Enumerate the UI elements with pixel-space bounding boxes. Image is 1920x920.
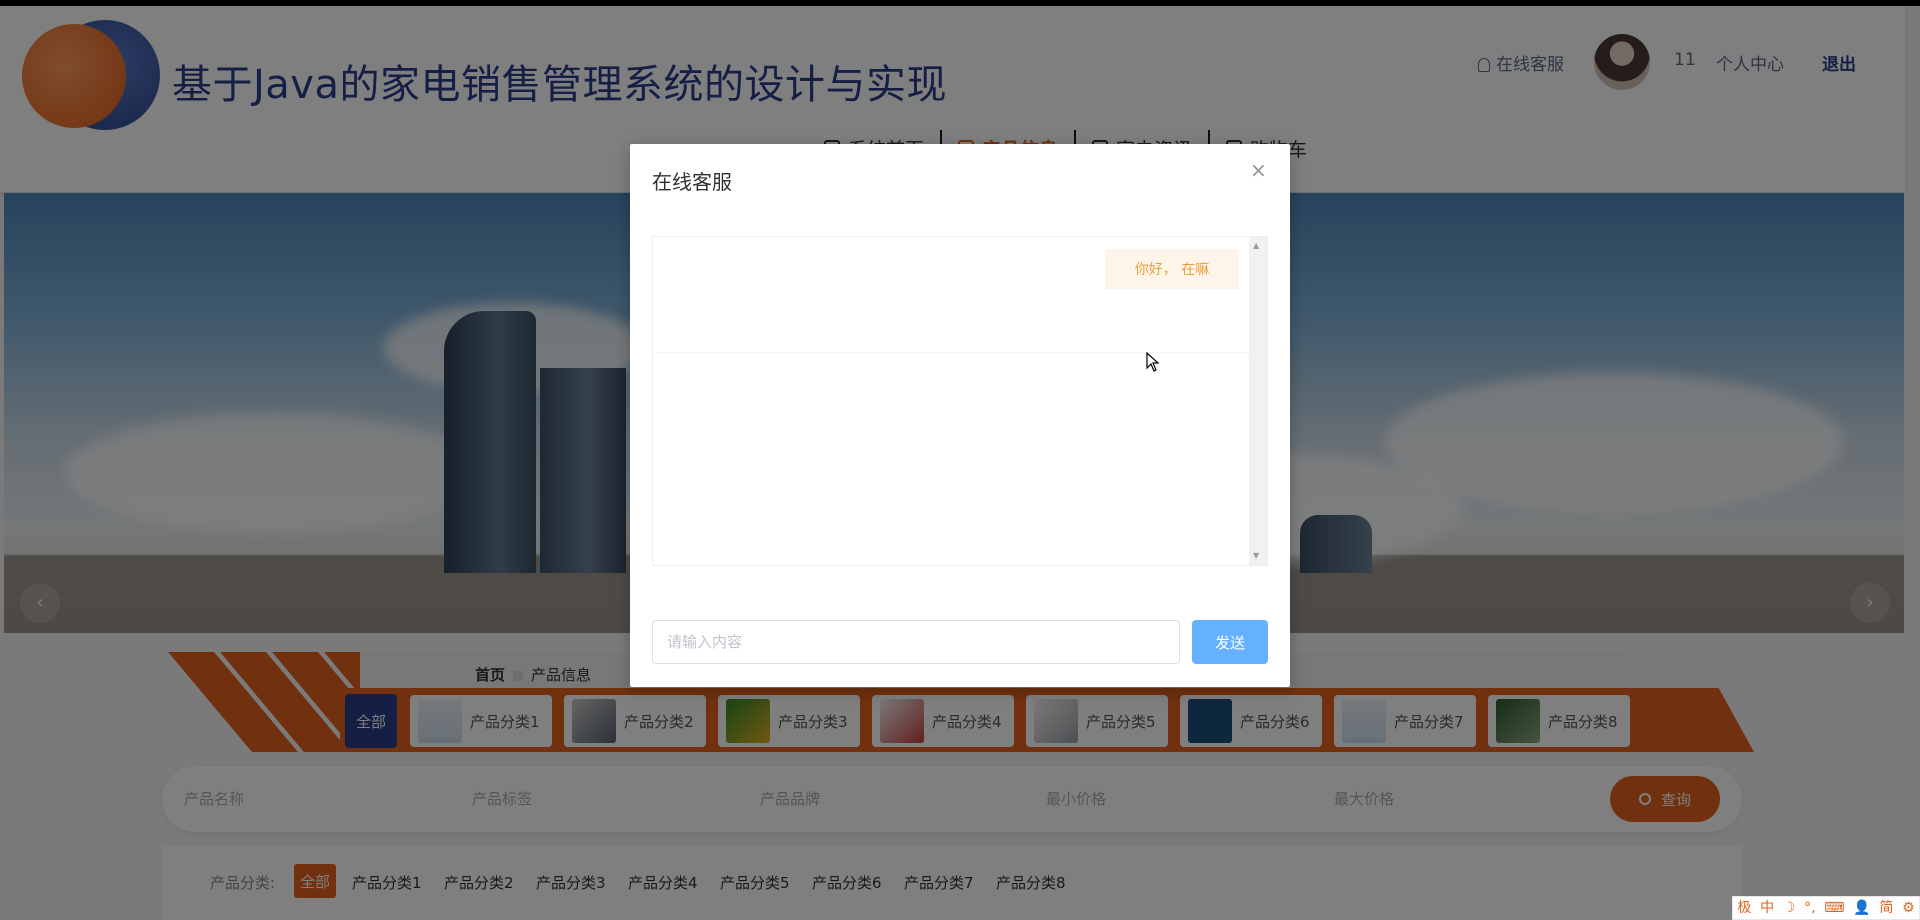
message-input[interactable] — [652, 620, 1180, 664]
scroll-up-arrow-icon[interactable]: ▲ — [1253, 241, 1259, 250]
ime-punctuation-icon[interactable]: °, — [1804, 896, 1815, 920]
ime-simplified-mode[interactable]: 简 — [1879, 896, 1893, 920]
chat-message-bubble: 你好， 在嘛 — [1105, 249, 1239, 289]
ime-chinese-mode[interactable]: 中 — [1760, 896, 1774, 920]
chat-message-area[interactable]: 你好， 在嘛 ▲ ▼ — [652, 236, 1268, 566]
ime-toolbar: 极 中 ☽ °, ⌨ 👤 简 ⚙ — [1732, 896, 1920, 920]
ime-moon-icon[interactable]: ☽ — [1783, 896, 1796, 920]
ime-keyboard-icon[interactable]: ⌨ — [1824, 896, 1844, 920]
online-service-dialog: 在线客服 × 你好， 在嘛 ▲ ▼ 发送 — [630, 144, 1290, 687]
send-button[interactable]: 发送 — [1192, 620, 1268, 664]
ime-user-icon[interactable]: 👤 — [1853, 896, 1870, 920]
dialog-title: 在线客服 — [652, 170, 732, 194]
close-icon[interactable]: × — [1250, 160, 1267, 180]
ime-logo-icon[interactable]: 极 — [1737, 896, 1751, 920]
scroll-down-arrow-icon[interactable]: ▼ — [1253, 551, 1259, 560]
mouse-cursor-icon — [1146, 352, 1160, 372]
chat-scrollbar[interactable]: ▲ ▼ — [1249, 237, 1267, 565]
ime-settings-icon[interactable]: ⚙ — [1902, 896, 1915, 920]
